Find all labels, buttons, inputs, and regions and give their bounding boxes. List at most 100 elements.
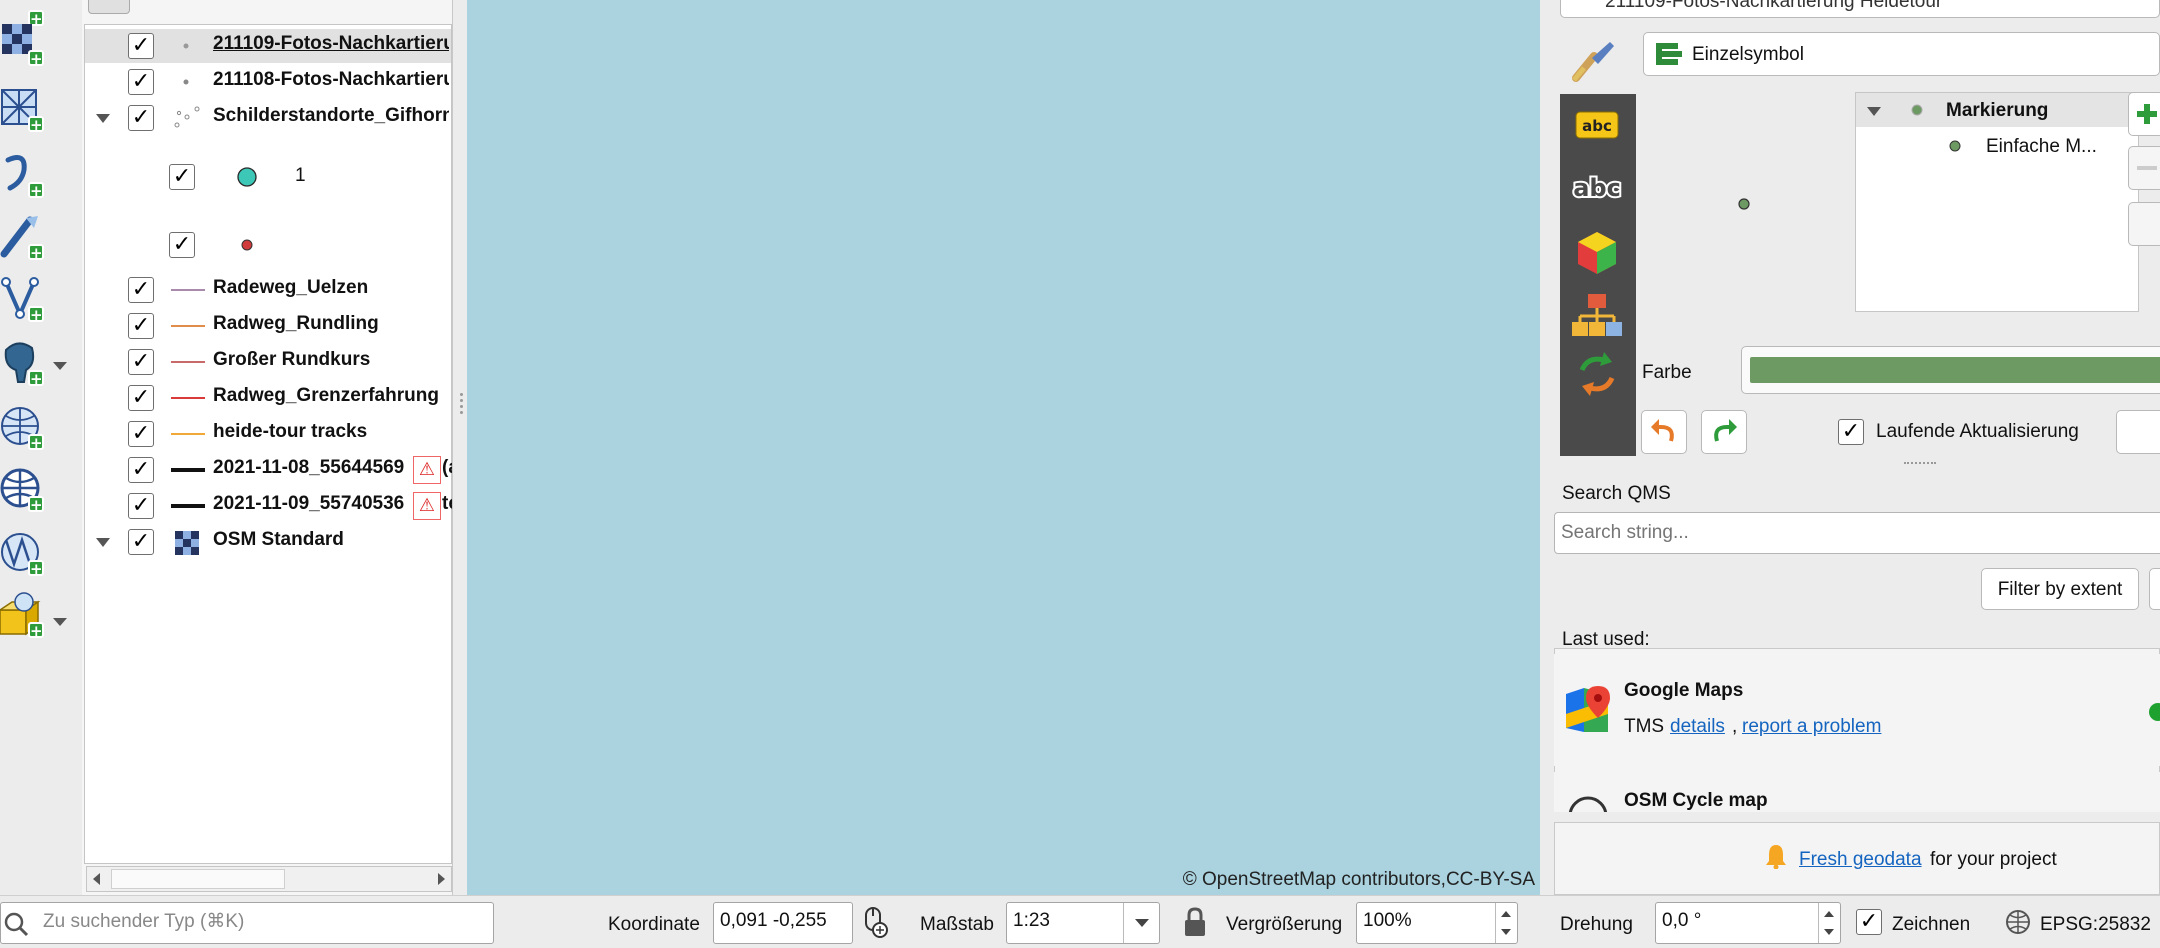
legend-class-row[interactable]: ✓ 1 bbox=[85, 157, 451, 197]
labels-tab-icon[interactable]: abc bbox=[1568, 102, 1626, 150]
postgis-menu-chevron-icon[interactable] bbox=[53, 362, 67, 370]
magnifier-spinbox[interactable]: 100% bbox=[1356, 902, 1518, 944]
layer-row[interactable]: ✓ OSM Standard bbox=[85, 525, 451, 559]
scroll-thumb[interactable] bbox=[111, 869, 285, 889]
qms-report-link[interactable]: report a problem bbox=[1742, 716, 1881, 738]
add-wfs-icon[interactable]: + bbox=[0, 466, 44, 514]
osm-cycle-map-icon bbox=[1568, 796, 1608, 812]
expand-all-icon[interactable] bbox=[310, 0, 330, 10]
crs-label[interactable]: EPSG:25832 bbox=[2040, 914, 2151, 936]
add-mesh-icon[interactable]: + bbox=[0, 86, 44, 134]
qms-result-item[interactable]: Google Maps TMS details , report a probl… bbox=[1554, 654, 2160, 766]
panel-splitter-handle[interactable] bbox=[458, 390, 464, 420]
rotation-spinbox[interactable]: 0,0 ° bbox=[1655, 902, 1841, 944]
layer-visibility-checkbox[interactable]: ✓ bbox=[128, 313, 154, 339]
add-delimited-text-icon[interactable]: + bbox=[0, 152, 44, 200]
magnifier-stepper[interactable] bbox=[1495, 903, 1517, 943]
layer-visibility-checkbox[interactable]: ✓ bbox=[128, 529, 154, 555]
qms-details-link[interactable]: details bbox=[1670, 716, 1725, 738]
layer-visibility-checkbox[interactable]: ✓ bbox=[128, 69, 154, 95]
legend-class-row[interactable]: ✓ bbox=[85, 225, 451, 265]
scroll-left-icon[interactable] bbox=[87, 867, 107, 891]
layer-visibility-checkbox[interactable]: ✓ bbox=[128, 349, 154, 375]
apply-button[interactable] bbox=[2116, 410, 2160, 454]
crs-globe-icon[interactable] bbox=[2004, 908, 2032, 936]
lock-scale-icon[interactable] bbox=[1182, 906, 1208, 938]
layer-visibility-checkbox[interactable]: ✓ bbox=[128, 493, 154, 519]
layers-horizontal-scrollbar[interactable] bbox=[86, 866, 452, 892]
layer-visibility-checkbox[interactable]: ✓ bbox=[128, 385, 154, 411]
add-wms-icon[interactable]: + bbox=[0, 404, 44, 452]
coordinate-field[interactable]: 0,091 -0,255 bbox=[713, 902, 853, 944]
diagrams-tab-icon[interactable] bbox=[1568, 292, 1626, 340]
expand-chevron-icon[interactable] bbox=[96, 538, 110, 547]
live-update-checkbox[interactable]: ✓ bbox=[1838, 419, 1864, 445]
scale-combo[interactable]: 1:23 bbox=[1006, 902, 1160, 944]
add-spatialite-icon[interactable]: + bbox=[0, 530, 44, 578]
filter-legend-icon[interactable] bbox=[200, 0, 238, 10]
layer-style-toggle-button[interactable] bbox=[88, 0, 130, 14]
layer-visibility-checkbox[interactable]: ✓ bbox=[128, 105, 154, 131]
layer-selector-combo[interactable]: 211109-Fotos-Nachkartierung Heidetour bbox=[1560, 0, 2160, 18]
layer-row[interactable]: ✓ 2021-11-08_55644569 ⚠ (a bbox=[85, 453, 452, 487]
layer-row[interactable]: ✓ heide-tour tracks bbox=[85, 417, 451, 451]
class-visibility-checkbox[interactable]: ✓ bbox=[169, 164, 195, 190]
masks-tab-icon[interactable]: abc abc bbox=[1568, 164, 1626, 212]
layer-row[interactable]: ✓ 211109-Fotos-Nachkartierung bbox=[85, 29, 451, 63]
collapse-chevron-icon[interactable] bbox=[1867, 107, 1881, 116]
add-group-icon[interactable] bbox=[148, 0, 176, 10]
scale-dropdown-chevron-icon[interactable] bbox=[1123, 903, 1159, 943]
qms-search-input[interactable] bbox=[1554, 512, 2160, 554]
data-source-toolbar: + + + + + + + + + + + bbox=[0, 0, 80, 895]
redo-button[interactable] bbox=[1701, 410, 1747, 454]
dock-resize-handle[interactable] bbox=[1904, 462, 1936, 466]
layer-row[interactable]: ✓ Radweg_Grenzerfahrung bbox=[85, 381, 451, 415]
mouse-coordinate-toggle-icon[interactable] bbox=[860, 906, 892, 940]
remove-symbol-layer-button[interactable] bbox=[2128, 146, 2160, 190]
qms-options-button[interactable] bbox=[2149, 568, 2160, 610]
qms-result-item[interactable]: OSM Cycle map bbox=[1554, 772, 2160, 812]
warning-icon[interactable]: ⚠ bbox=[413, 492, 441, 520]
layer-visibility-checkbox[interactable]: ✓ bbox=[128, 33, 154, 59]
render-label: Zeichnen bbox=[1892, 914, 1971, 935]
symbol-tree-root-row[interactable]: Markierung bbox=[1856, 93, 2138, 127]
fresh-geodata-link[interactable]: Fresh geodata bbox=[1799, 849, 1922, 871]
layer-row[interactable]: ✓ 211108-Fotos-Nachkartierung bbox=[85, 65, 451, 99]
renderer-type-select[interactable]: Einzelsymbol bbox=[1643, 32, 2160, 76]
layer-visibility-checkbox[interactable]: ✓ bbox=[128, 277, 154, 303]
filter-map-icon[interactable] bbox=[256, 0, 292, 10]
rotation-stepper[interactable] bbox=[1818, 903, 1840, 943]
layer-row[interactable]: ✓ Radweg_Rundling bbox=[85, 309, 451, 343]
add-vector-icon[interactable]: + bbox=[0, 214, 44, 262]
layer-visibility-checkbox[interactable]: ✓ bbox=[128, 457, 154, 483]
layer-row[interactable]: ✓ Großer Rundkurs bbox=[85, 345, 451, 379]
history-tab-icon[interactable] bbox=[1568, 350, 1626, 398]
layer-name: Radweg_Rundling bbox=[213, 313, 379, 334]
layer-row[interactable]: ✓ 2021-11-09_55740536 ⚠ te bbox=[85, 489, 452, 523]
add-postgis-icon[interactable]: + bbox=[0, 340, 44, 388]
scroll-right-icon[interactable] bbox=[431, 867, 451, 891]
add-symbol-layer-button[interactable] bbox=[2128, 92, 2160, 136]
duplicate-symbol-layer-button[interactable] bbox=[2128, 202, 2160, 246]
render-checkbox[interactable]: ✓ bbox=[1856, 909, 1882, 935]
add-virtual-layer-icon[interactable]: + bbox=[0, 276, 44, 324]
color-picker-button[interactable] bbox=[1741, 346, 2160, 394]
class-visibility-checkbox[interactable]: ✓ bbox=[169, 232, 195, 258]
add-geopackage-icon[interactable]: + bbox=[0, 592, 44, 640]
layer-row[interactable]: ✓ Radeweg_Uelzen bbox=[85, 273, 451, 307]
warning-icon[interactable]: ⚠ bbox=[413, 456, 441, 484]
filter-by-extent-button[interactable]: Filter by extent bbox=[1981, 568, 2139, 610]
geopackage-menu-chevron-icon[interactable] bbox=[53, 618, 67, 626]
layer-row[interactable]: ✓ Schilderstandorte_Gifhorn bbox=[85, 101, 451, 135]
expand-chevron-icon[interactable] bbox=[96, 114, 110, 123]
style-tabs-sidebar: abc abc abc bbox=[1560, 94, 1636, 456]
3d-view-tab-icon[interactable] bbox=[1568, 228, 1626, 276]
locator-search-input[interactable]: Zu suchender Typ (⌘K) bbox=[0, 902, 494, 944]
symbol-preview bbox=[1738, 198, 1750, 210]
symbol-tree-child-row[interactable]: Einfache M... bbox=[1856, 129, 2138, 163]
undo-button[interactable] bbox=[1641, 410, 1687, 454]
add-raster-icon[interactable]: + bbox=[0, 20, 44, 68]
map-canvas[interactable]: © OpenStreetMap contributors,CC-BY-SA bbox=[467, 0, 1540, 895]
collapse-all-icon[interactable] bbox=[370, 0, 398, 10]
layer-visibility-checkbox[interactable]: ✓ bbox=[128, 421, 154, 447]
